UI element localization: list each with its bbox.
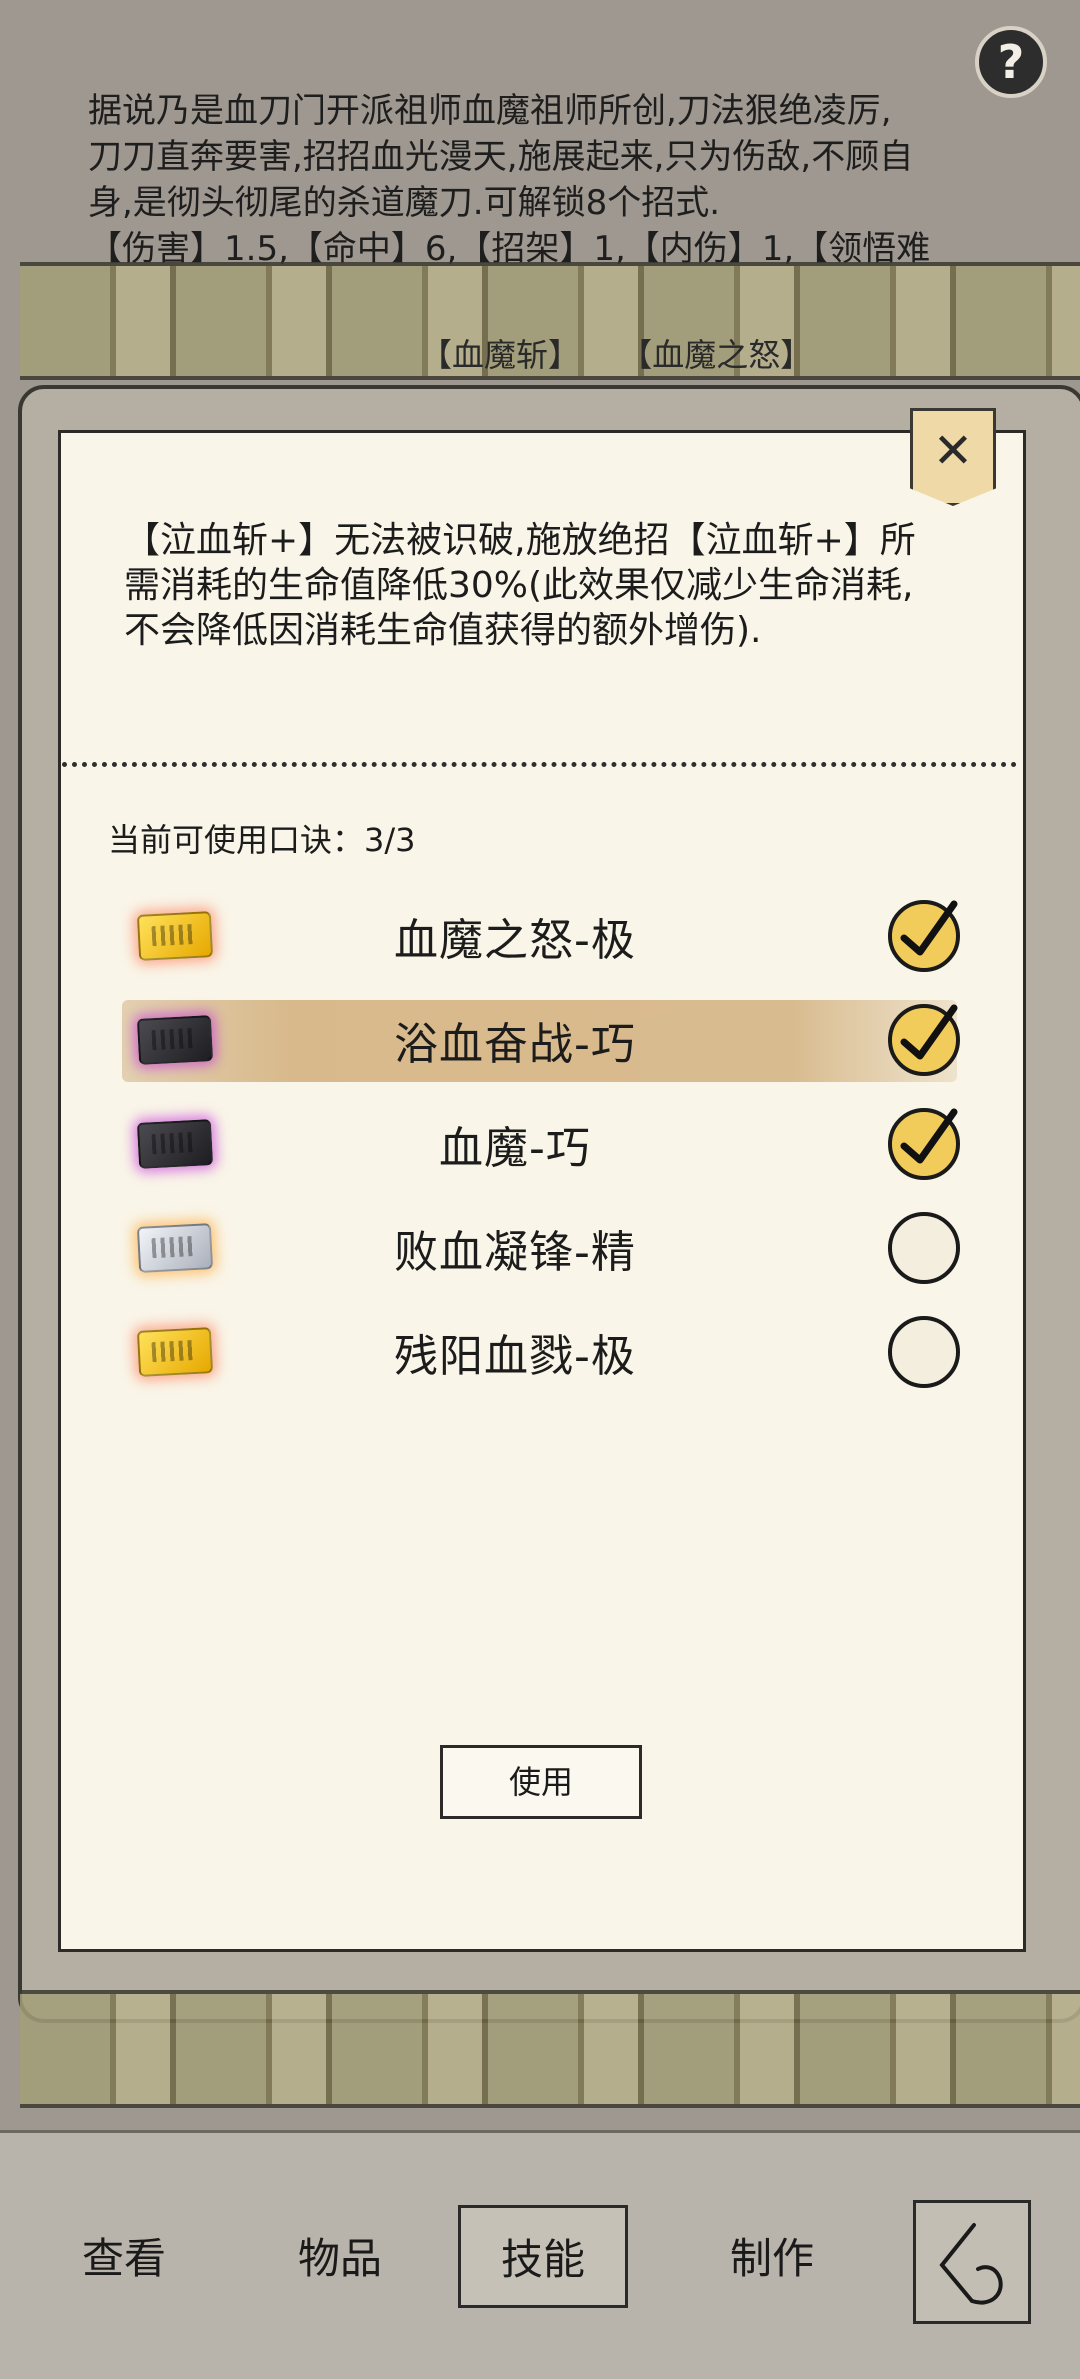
- mantra-row[interactable]: 败血凝锋-精: [120, 1196, 1000, 1300]
- checkmark-icon: [900, 900, 958, 956]
- mantra-token-icon: [136, 1327, 214, 1377]
- use-button[interactable]: 使用: [440, 1745, 642, 1819]
- mantra-checkbox[interactable]: [888, 900, 960, 972]
- nav-skills[interactable]: 技能: [458, 2205, 629, 2308]
- skill-description: 据说乃是血刀门开派祖师血魔祖师所创,刀法狠绝凌厉, 刀刀直奔要害,招招血光漫天,…: [88, 88, 988, 272]
- mantra-row[interactable]: 浴血奋战-巧: [120, 988, 1000, 1092]
- skill-move[interactable]: 【血魔斩】: [420, 336, 580, 374]
- back-arrow-icon: [939, 2223, 1003, 2305]
- scroll-bottom-roll: [20, 1990, 1080, 2108]
- mantra-checkbox[interactable]: [888, 1004, 960, 1076]
- checkmark-icon: [900, 1004, 958, 1060]
- checkmark-icon: [900, 1108, 958, 1164]
- mantra-checkbox[interactable]: [888, 1212, 960, 1284]
- usable-count-label: 当前可使用口诀：3/3: [108, 821, 416, 859]
- effect-description: 【泣血斩+】无法被识破,施放绝招【泣血斩+】所需消耗的生命值降低30%(此效果仅…: [124, 520, 916, 651]
- mantra-name: 血魔之怒-极: [394, 915, 636, 966]
- help-button[interactable]: ?: [975, 26, 1047, 98]
- skill-move-list: 【血魔斩】 【血魔之怒】: [420, 330, 842, 376]
- mantra-name: 残阳血戮-极: [394, 1331, 636, 1382]
- mantra-name: 败血凝锋-精: [394, 1227, 636, 1278]
- mantra-checkbox[interactable]: [888, 1316, 960, 1388]
- nav-items[interactable]: 物品: [298, 2225, 382, 2286]
- mantra-name: 浴血奋战-巧: [394, 1019, 636, 1070]
- mantra-list: 血魔之怒-极 浴血奋战-巧 血魔-巧 败血凝锋-精 残阳血戮-极: [120, 884, 1000, 1404]
- mantra-row[interactable]: 血魔-巧: [120, 1092, 1000, 1196]
- mantra-name: 血魔-巧: [439, 1123, 591, 1174]
- divider: [62, 762, 1017, 767]
- mantra-row[interactable]: 血魔之怒-极: [120, 884, 1000, 988]
- description-line: 刀刀直奔要害,招招血光漫天,施展起来,只为伤敌,不顾自: [88, 137, 914, 177]
- mantra-row[interactable]: 残阳血戮-极: [120, 1300, 1000, 1404]
- close-button[interactable]: ✕: [910, 408, 996, 506]
- mantra-token-icon: [136, 1119, 214, 1169]
- back-button[interactable]: [913, 2200, 1031, 2324]
- description-line: 身,是彻头彻尾的杀道魔刀.可解锁8个招式.: [88, 183, 721, 223]
- mantra-token-icon: [136, 911, 214, 961]
- mantra-token-icon: [136, 1223, 214, 1273]
- mantra-token-icon: [136, 1015, 214, 1065]
- mantra-checkbox[interactable]: [888, 1108, 960, 1180]
- skill-move[interactable]: 【血魔之怒】: [620, 336, 812, 374]
- nav-view[interactable]: 查看: [82, 2225, 166, 2286]
- description-line: 据说乃是血刀门开派祖师血魔祖师所创,刀法狠绝凌厉,: [88, 91, 892, 131]
- nav-craft[interactable]: 制作: [730, 2225, 814, 2286]
